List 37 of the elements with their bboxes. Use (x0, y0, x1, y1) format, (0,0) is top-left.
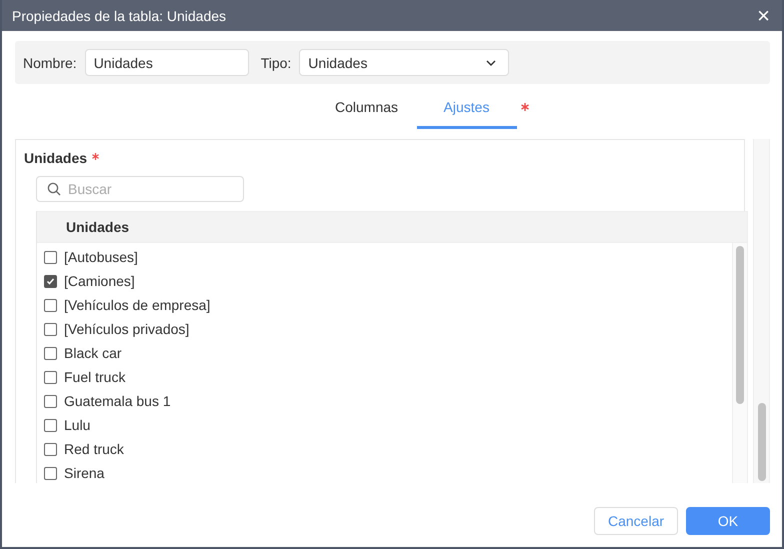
checkbox[interactable] (44, 370, 57, 384)
cancel-button[interactable]: Cancelar (594, 507, 678, 535)
scrollbar-thumb[interactable] (758, 403, 766, 481)
checkbox[interactable] (44, 466, 57, 480)
checkbox[interactable] (44, 418, 57, 432)
ok-button[interactable]: OK (686, 507, 770, 535)
checkbox[interactable] (44, 298, 57, 312)
checkbox[interactable] (44, 250, 57, 264)
unit-name: [Camiones] (64, 273, 135, 289)
unit-name: Fuel truck (64, 369, 126, 385)
unit-name: [Autobuses] (64, 249, 138, 265)
unit-name: Black car (64, 345, 122, 361)
close-button[interactable]: × (753, 4, 774, 26)
section-title: Unidades (24, 150, 88, 166)
unit-name: [Vehículos privados] (64, 321, 190, 337)
type-dropdown[interactable]: Unidades (299, 49, 510, 76)
checkbox[interactable] (44, 346, 57, 360)
checkmark-icon (46, 276, 55, 286)
checkbox[interactable] (44, 394, 57, 408)
unit-name: Red truck (64, 441, 124, 457)
unit-name: Sirena (64, 465, 104, 481)
unit-name: Lulu (64, 417, 90, 433)
window-title: Propiedades de la tabla: Unidades (12, 8, 226, 24)
checkbox[interactable] (44, 442, 57, 456)
type-label: Tipo: (260, 54, 292, 70)
unit-name: [Vehículos de empresa] (64, 297, 210, 313)
checkbox[interactable] (44, 322, 57, 336)
chevron-down-icon (486, 60, 496, 66)
name-label: Nombre: (23, 54, 77, 70)
unit-name: Guatemala bus 1 (64, 393, 171, 409)
search-field[interactable]: Buscar (36, 176, 244, 202)
scrollbar-thumb[interactable] (736, 246, 744, 404)
tab[interactable]: Columnas (316, 94, 416, 129)
tab[interactable]: Ajustes (416, 94, 516, 129)
column-header: Unidades (37, 211, 748, 243)
name-field[interactable]: Unidades (84, 49, 249, 76)
checkbox[interactable] (44, 274, 57, 288)
